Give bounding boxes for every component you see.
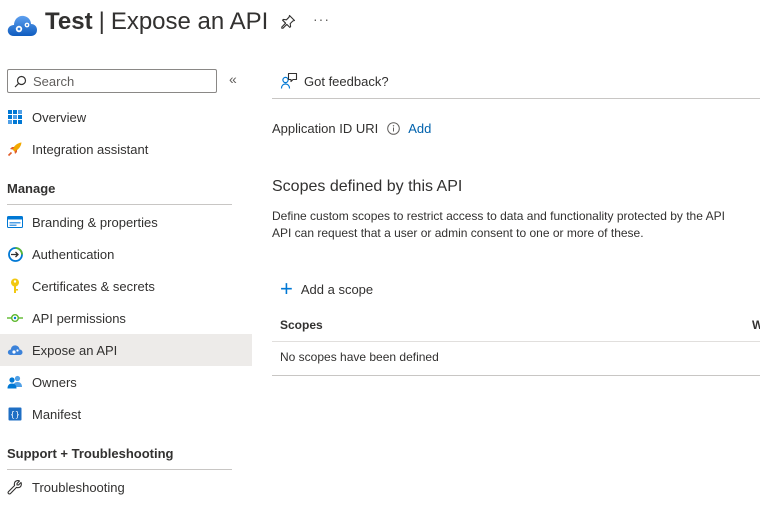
sidebar-item-owners[interactable]: Owners	[0, 366, 252, 398]
app-registration-cloud-icon	[7, 15, 37, 37]
sidebar-item-label: Authentication	[32, 246, 115, 262]
sidebar-item-label: Overview	[32, 109, 87, 125]
pin-icon[interactable]	[280, 14, 296, 30]
info-icon[interactable]	[387, 122, 401, 135]
cloud-icon	[7, 342, 23, 358]
table-row: No scopes have been defined	[272, 342, 760, 376]
authentication-icon	[7, 246, 23, 262]
feedback-button[interactable]: Got feedback?	[280, 72, 389, 90]
search-input[interactable]: Search	[7, 69, 217, 93]
empty-table-message: No scopes have been defined	[280, 350, 439, 364]
sidebar-item-certificates[interactable]: Certificates & secrets	[0, 270, 252, 302]
sidebar-item-authentication[interactable]: Authentication	[0, 238, 252, 270]
app-name: Test	[45, 8, 93, 35]
sidebar-item-branding[interactable]: Branding & properties	[0, 206, 252, 238]
sidebar-item-label: Owners	[32, 374, 77, 390]
blade-header: Test | Expose an API ···	[0, 0, 760, 50]
scopes-description-line: API can request that a user or admin con…	[272, 226, 644, 240]
wrench-icon	[7, 479, 23, 495]
search-placeholder: Search	[33, 73, 75, 89]
add-application-id-uri-link[interactable]: Add	[408, 121, 431, 136]
sidebar-item-expose-an-api[interactable]: Expose an API	[0, 334, 252, 366]
sidebar: Search « Overview Integration assistant …	[0, 60, 252, 518]
sidebar-item-label: Expose an API	[32, 342, 118, 358]
key-icon	[7, 278, 23, 294]
section-divider	[7, 469, 232, 470]
sidebar-item-manifest[interactable]: {} Manifest	[0, 398, 252, 430]
column-header-truncated[interactable]: W	[752, 318, 760, 332]
application-id-uri-row: Application ID URI Add	[272, 121, 431, 136]
sidebar-item-api-permissions[interactable]: API permissions	[0, 302, 252, 334]
sidebar-item-label: Troubleshooting	[32, 479, 125, 495]
toolbar-divider	[272, 98, 760, 99]
sidebar-item-label: Branding & properties	[32, 214, 158, 230]
collapse-sidebar-icon[interactable]: «	[229, 71, 237, 87]
sidebar-item-troubleshooting[interactable]: Troubleshooting	[0, 471, 252, 503]
branding-card-icon	[7, 214, 23, 230]
manifest-icon: {}	[7, 406, 23, 422]
page-title: Test | Expose an API	[45, 6, 268, 38]
scopes-description-line: Define custom scopes to restrict access …	[272, 209, 725, 223]
main-content: Got feedback? Application ID URI Add Sco…	[272, 60, 760, 518]
svg-text:{}: {}	[10, 410, 20, 419]
plus-icon: +	[280, 276, 293, 301]
feedback-icon	[280, 72, 298, 89]
sidebar-item-label: Integration assistant	[32, 141, 149, 157]
column-header-scopes[interactable]: Scopes	[280, 318, 323, 332]
add-scope-label: Add a scope	[300, 281, 374, 297]
blade-title: Expose an API	[110, 8, 269, 35]
table-header-row: Scopes W	[272, 310, 760, 342]
api-permissions-icon	[7, 310, 23, 326]
scopes-table: Scopes W No scopes have been defined	[272, 310, 760, 376]
sidebar-item-overview[interactable]: Overview	[0, 101, 252, 133]
scopes-description: Define custom scopes to restrict access …	[272, 208, 760, 242]
feedback-label: Got feedback?	[304, 73, 389, 89]
sidebar-item-label: Certificates & secrets	[32, 278, 155, 294]
sidebar-item-label: API permissions	[32, 310, 126, 326]
owners-icon	[7, 374, 23, 390]
rocket-icon	[7, 141, 23, 157]
more-options-icon[interactable]: ···	[313, 11, 330, 27]
support-heading: Support + Troubleshooting	[7, 446, 174, 461]
application-id-uri-label: Application ID URI	[272, 121, 379, 136]
title-separator: |	[98, 8, 105, 35]
add-scope-button[interactable]: + Add a scope	[280, 276, 374, 301]
scopes-section-title: Scopes defined by this API	[272, 178, 463, 195]
manage-heading: Manage	[7, 181, 56, 196]
search-icon	[14, 75, 27, 87]
section-divider	[7, 204, 232, 205]
sidebar-item-integration-assistant[interactable]: Integration assistant	[0, 133, 252, 165]
overview-grid-icon	[7, 109, 23, 125]
sidebar-item-label: Manifest	[32, 406, 82, 422]
